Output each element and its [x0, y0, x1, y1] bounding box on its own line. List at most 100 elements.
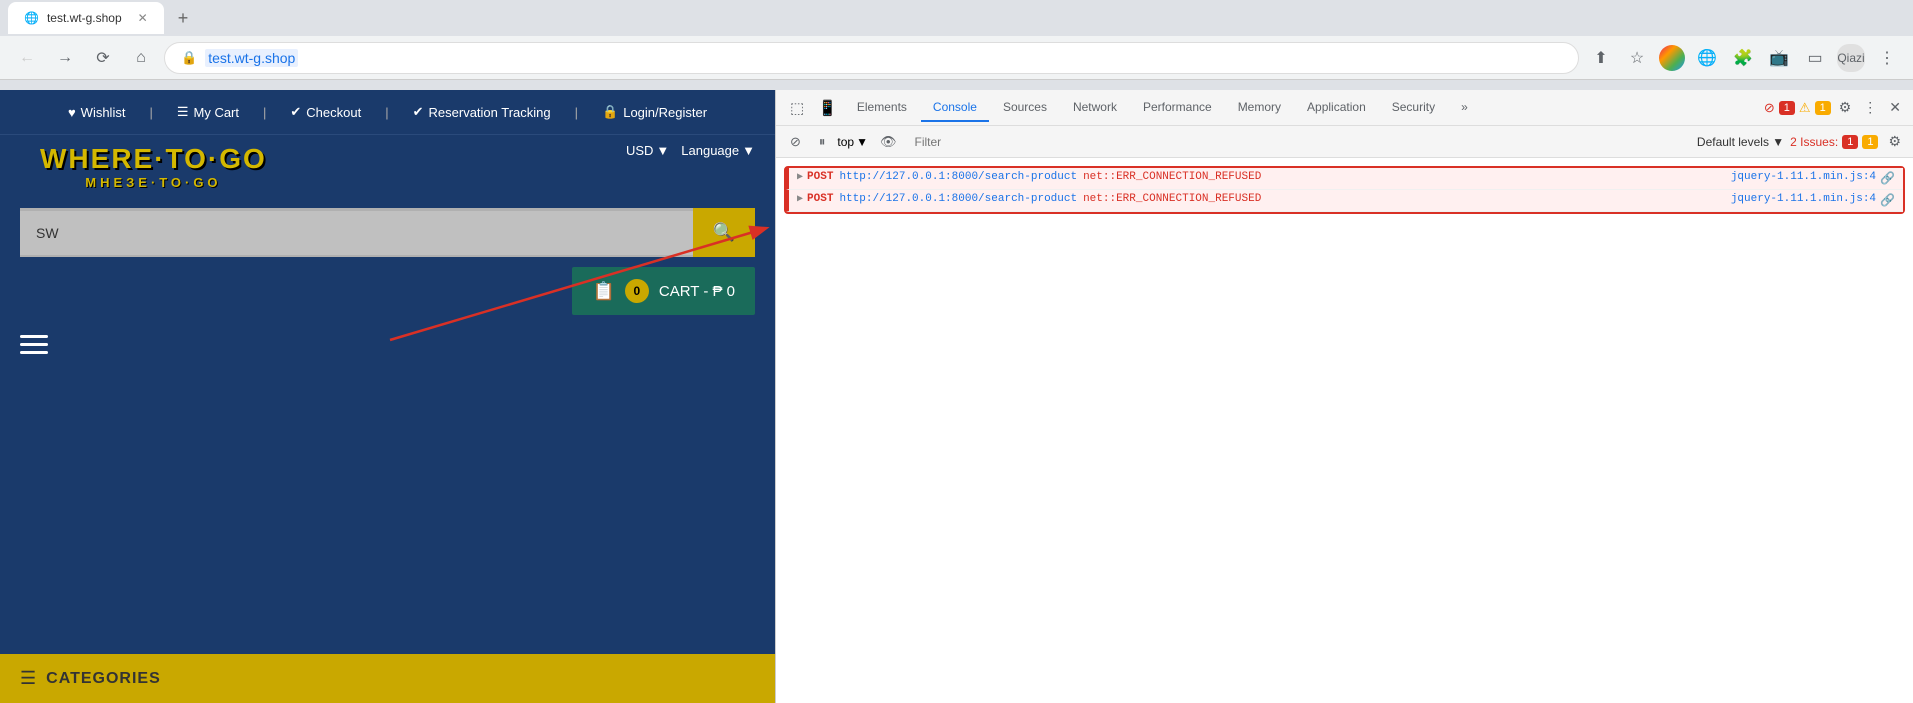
globe-icon[interactable]: 🌐 — [1693, 44, 1721, 72]
devtools-pause-button[interactable]: ⏸ — [813, 131, 832, 153]
issues-icon-red: ⊘ — [1764, 100, 1775, 116]
console-filter-input[interactable] — [909, 133, 1691, 151]
categories-bar[interactable]: ☰ CATEGORIES — [0, 654, 775, 703]
hamburger-menu[interactable] — [0, 325, 775, 364]
search-input[interactable] — [20, 211, 693, 255]
check-icon-2: ✔ — [413, 104, 424, 120]
console-url-1[interactable]: http://127.0.0.1:8000/search-product — [839, 171, 1077, 183]
top-dropdown-icon: ▼ — [856, 135, 868, 149]
nav-reservation-tracking[interactable]: ✔ Reservation Tracking — [413, 104, 551, 120]
console-content: ▶ POST http://127.0.0.1:8000/search-prod… — [776, 158, 1913, 703]
devtools-device-button[interactable]: 📱 — [812, 96, 843, 120]
devtools-right-icons: ⊘ 1 ⚠ 1 ⚙ ⋮ ✕ — [1764, 95, 1905, 120]
console-row: ▶ POST http://127.0.0.1:8000/search-prod… — [786, 168, 1903, 190]
console-link-icon-1[interactable]: 🔗 — [1880, 171, 1895, 186]
language-selector[interactable]: Language ▼ — [681, 143, 755, 158]
home-button[interactable]: ⌂ — [126, 43, 156, 73]
url-text: test.wt-g.shop — [205, 49, 298, 67]
hamburger-icon — [20, 335, 48, 354]
issues-icon-yellow: ⚠ — [1799, 100, 1811, 116]
language-dropdown-icon: ▼ — [742, 143, 755, 158]
console-source-1[interactable]: jquery-1.11.1.min.js:4 — [1731, 171, 1876, 183]
devtools-tab-security[interactable]: Security — [1380, 94, 1447, 122]
new-tab-button[interactable]: + — [168, 4, 199, 33]
check-icon-1: ✔ — [290, 104, 301, 120]
devtools-tab-bar: ⬚ 📱 Elements Console Sources Network Per… — [776, 90, 1913, 126]
devtools-panel: ⬚ 📱 Elements Console Sources Network Per… — [775, 90, 1913, 703]
devtools-tab-application[interactable]: Application — [1295, 94, 1378, 122]
address-bar[interactable]: 🔒 test.wt-g.shop — [164, 42, 1579, 74]
extensions-icon[interactable]: 🧩 — [1729, 44, 1757, 72]
nav-login-register[interactable]: 🔒 Login/Register — [602, 104, 707, 120]
browser-tab[interactable]: 🌐 test.wt-g.shop ✕ — [8, 2, 164, 34]
tab-close[interactable]: ✕ — [138, 11, 148, 25]
website-panel: ♥ Wishlist | ☰ My Cart | ✔ Checkout | ✔ … — [0, 90, 775, 703]
devtools-more-tabs[interactable]: » — [1449, 94, 1480, 122]
default-levels-selector[interactable]: Default levels ▼ — [1697, 135, 1784, 149]
console-source-2[interactable]: jquery-1.11.1.min.js:4 — [1731, 193, 1876, 205]
currency-language: USD ▼ Language ▼ — [626, 143, 755, 158]
devtools-tab-performance[interactable]: Performance — [1131, 94, 1224, 122]
bookmark-icon[interactable]: ☆ — [1623, 44, 1651, 72]
expand-arrow-2[interactable]: ▶ — [797, 193, 803, 205]
devtools-tab-console[interactable]: Console — [921, 94, 989, 122]
top-selector[interactable]: top ▼ — [837, 135, 868, 149]
devtools-eye-button[interactable]: 👁 — [874, 131, 903, 153]
issues-text: 2 Issues: — [1790, 135, 1838, 149]
badge-red: 1 — [1779, 101, 1795, 115]
logo-sub: МНЕЗЕ·ТО·GO — [85, 175, 221, 190]
lock-nav-icon: 🔒 — [602, 104, 618, 120]
sidebar-icon[interactable]: ▭ — [1801, 44, 1829, 72]
cart-icon: 📋 — [592, 281, 614, 302]
profile-icon[interactable] — [1659, 45, 1685, 71]
share-icon[interactable]: ⬆ — [1587, 44, 1615, 72]
console-url-2[interactable]: http://127.0.0.1:8000/search-product — [839, 193, 1077, 205]
issues-badge-red: 1 — [1842, 135, 1858, 149]
issues-summary[interactable]: 2 Issues: 1 1 — [1790, 135, 1878, 149]
browser-toolbar: ← → ⟳ ⌂ 🔒 test.wt-g.shop ⬆ ☆ 🌐 🧩 📺 ▭ Qia… — [0, 36, 1913, 80]
devtools-tab-memory[interactable]: Memory — [1226, 94, 1293, 122]
nav-wishlist[interactable]: ♥ Wishlist — [68, 105, 126, 120]
back-button[interactable]: ← — [12, 43, 42, 73]
devtools-tab-network[interactable]: Network — [1061, 94, 1129, 122]
heart-icon: ♥ — [68, 105, 76, 120]
cart-count-badge: 0 — [625, 279, 649, 303]
reload-button[interactable]: ⟳ — [88, 43, 118, 73]
nav-my-cart[interactable]: ☰ My Cart — [177, 104, 239, 120]
devtools-settings-icon-2[interactable]: ⚙ — [1884, 129, 1905, 154]
devtools-tab-sources[interactable]: Sources — [991, 94, 1059, 122]
devtools-inspect-button[interactable]: ⬚ — [784, 96, 810, 120]
forward-button[interactable]: → — [50, 43, 80, 73]
console-error-1: net::ERR_CONNECTION_REFUSED — [1083, 171, 1261, 183]
devtools-menu-icon[interactable]: ⋮ — [1859, 95, 1881, 120]
search-section: 🔍 — [0, 198, 775, 267]
categories-icon: ☰ — [20, 668, 36, 689]
console-link-icon-2[interactable]: 🔗 — [1880, 193, 1895, 208]
menu-icon[interactable]: ⋮ — [1873, 44, 1901, 72]
browser-chrome: 🌐 test.wt-g.shop ✕ + ← → ⟳ ⌂ 🔒 test.wt-g… — [0, 0, 1913, 90]
divider-1: | — [149, 105, 152, 120]
issues-badge[interactable]: ⊘ 1 ⚠ 1 — [1764, 100, 1831, 116]
devtools-close-icon[interactable]: ✕ — [1885, 95, 1905, 120]
search-button[interactable]: 🔍 — [693, 208, 755, 257]
expand-arrow-1[interactable]: ▶ — [797, 171, 803, 183]
tab-title: test.wt-g.shop — [47, 11, 122, 25]
tab-favicon: 🌐 — [24, 11, 39, 25]
console-row: ▶ POST http://127.0.0.1:8000/search-prod… — [786, 190, 1903, 212]
currency-dropdown-icon: ▼ — [656, 143, 669, 158]
cast-icon[interactable]: 📺 — [1765, 44, 1793, 72]
devtools-settings-icon[interactable]: ⚙ — [1835, 95, 1856, 120]
logo-main: WHERE·TO·GO — [40, 143, 267, 175]
cart-button[interactable]: 📋 0 CART - ₱ 0 — [572, 267, 755, 315]
devtools-prohibit-button[interactable]: ⊘ — [784, 131, 807, 153]
categories-label: CATEGORIES — [46, 670, 161, 688]
logo-area: WHERE·TO·GO МНЕЗЕ·ТО·GO — [40, 143, 267, 190]
tab-bar: 🌐 test.wt-g.shop ✕ + — [0, 0, 1913, 36]
divider-2: | — [263, 105, 266, 120]
badge-yellow: 1 — [1815, 101, 1831, 115]
currency-selector[interactable]: USD ▼ — [626, 143, 669, 158]
site-nav: ♥ Wishlist | ☰ My Cart | ✔ Checkout | ✔ … — [0, 90, 775, 135]
toolbar-right: ⬆ ☆ 🌐 🧩 📺 ▭ Qiazi ⋮ — [1587, 44, 1901, 72]
nav-checkout[interactable]: ✔ Checkout — [290, 104, 361, 120]
devtools-tab-elements[interactable]: Elements — [845, 94, 919, 122]
